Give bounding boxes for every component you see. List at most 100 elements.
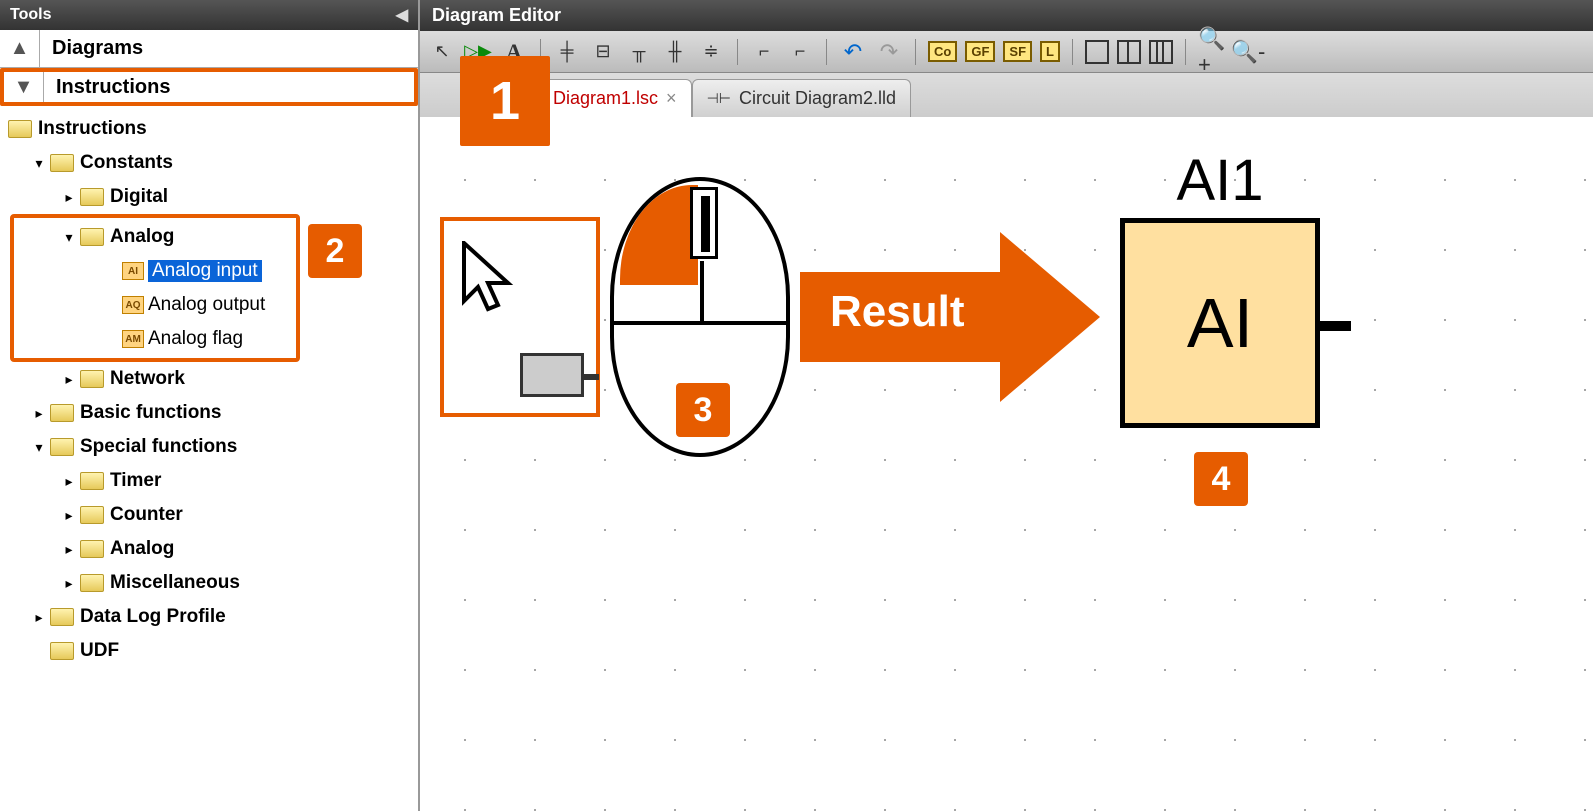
- toolbar-separator: [737, 39, 738, 65]
- tab-2-label: Circuit Diagram2.lld: [739, 88, 896, 109]
- collapse-toggle-icon[interactable]: ▾: [30, 439, 48, 456]
- tree-root-instructions[interactable]: Instructions: [8, 112, 418, 146]
- collapse-toggle-icon[interactable]: ▾: [30, 155, 48, 172]
- layout-split-v-icon[interactable]: [1117, 40, 1141, 64]
- folder-icon: [8, 120, 32, 138]
- diagram-canvas[interactable]: 3 Result AI1 AI 4: [420, 117, 1593, 811]
- expand-toggle-icon[interactable]: ▸: [30, 405, 48, 422]
- tree-analog-flag[interactable]: AM Analog flag: [14, 322, 296, 356]
- tree-timer[interactable]: ▸ Timer: [8, 464, 418, 498]
- tree-special-functions[interactable]: ▾ Special functions: [8, 430, 418, 464]
- layout-single-icon[interactable]: [1085, 40, 1109, 64]
- mouse-divider: [700, 261, 704, 321]
- tree-analog-output[interactable]: AQ Analog output: [14, 288, 296, 322]
- analog-output-icon: AQ: [122, 296, 144, 314]
- tree-analog-input[interactable]: AI Analog input: [14, 254, 296, 288]
- zoom-in-icon[interactable]: 🔍+: [1198, 38, 1226, 66]
- folder-icon: [50, 608, 74, 626]
- folder-icon: [50, 154, 74, 172]
- tools-title: Tools: [10, 6, 51, 24]
- tools-title-bar: Tools ◀: [0, 0, 418, 30]
- collapse-icon[interactable]: ◀: [396, 5, 408, 25]
- zoom-out-icon[interactable]: 🔍-: [1234, 38, 1262, 66]
- align-tool-3-icon[interactable]: ╥: [625, 38, 653, 66]
- tools-panel: Tools ◀ ▲ Diagrams ▼ Instructions Instru…: [0, 0, 420, 811]
- folder-icon: [80, 370, 104, 388]
- l-button[interactable]: L: [1040, 41, 1060, 62]
- expand-toggle-icon[interactable]: ▸: [60, 473, 78, 490]
- toolbar-separator: [826, 39, 827, 65]
- folder-icon: [80, 540, 104, 558]
- tree-analog[interactable]: ▾ Analog: [14, 220, 296, 254]
- undo-icon[interactable]: ↶: [839, 38, 867, 66]
- tree-constants[interactable]: ▾ Constants: [8, 146, 418, 180]
- expand-toggle-icon[interactable]: ▸: [30, 609, 48, 626]
- chevron-up-icon[interactable]: ▲: [0, 30, 40, 67]
- redo-icon[interactable]: ↷: [875, 38, 903, 66]
- tree-counter[interactable]: ▸ Counter: [8, 498, 418, 532]
- step-tool-2-icon[interactable]: ⌐: [786, 38, 814, 66]
- align-tool-5-icon[interactable]: ≑: [697, 38, 725, 66]
- folder-icon: [50, 404, 74, 422]
- sf-button[interactable]: SF: [1003, 41, 1032, 62]
- ai-block-body[interactable]: AI: [1120, 218, 1320, 428]
- callout-3: 3: [676, 383, 730, 437]
- co-button[interactable]: Co: [928, 41, 957, 62]
- expand-toggle-icon[interactable]: ▸: [60, 541, 78, 558]
- tab-diagram-2[interactable]: ⊣⊢ Circuit Diagram2.lld: [692, 79, 911, 117]
- mouse-left-button: [620, 185, 698, 285]
- collapse-toggle-icon[interactable]: ▾: [60, 229, 78, 246]
- callout-2: 2: [308, 224, 362, 278]
- tree-basic-functions[interactable]: ▸ Basic functions: [8, 396, 418, 430]
- callout-1: 1: [460, 56, 550, 146]
- layout-split-3-icon[interactable]: [1149, 40, 1173, 64]
- align-tool-1-icon[interactable]: ╪: [553, 38, 581, 66]
- ai-block-text: AI: [1187, 283, 1253, 363]
- diagrams-section-header[interactable]: ▲ Diagrams: [0, 30, 418, 68]
- folder-icon: [80, 472, 104, 490]
- folder-icon: [50, 642, 74, 660]
- gf-button[interactable]: GF: [965, 41, 995, 62]
- expand-toggle-icon[interactable]: ▸: [60, 575, 78, 592]
- close-icon[interactable]: ×: [666, 88, 677, 109]
- tree-network[interactable]: ▸ Network: [8, 362, 418, 396]
- expand-toggle-icon[interactable]: ▸: [60, 189, 78, 206]
- cursor-preview-box: [440, 217, 600, 417]
- diagrams-label: Diagrams: [40, 37, 143, 60]
- instructions-section-header[interactable]: ▼ Instructions: [0, 68, 418, 106]
- tree-miscellaneous[interactable]: ▸ Miscellaneous: [8, 566, 418, 600]
- toolbar-separator: [915, 39, 916, 65]
- mouse-illustration: 3: [610, 177, 790, 457]
- tree-data-log[interactable]: ▸ Data Log Profile: [8, 600, 418, 634]
- editor-area: Diagram Editor ↖ ▷▶ A ╪ ⊟ ╥ ╫ ≑ ⌐ ⌐ ↶ ↷ …: [420, 0, 1593, 811]
- instructions-tree: Instructions ▾ Constants ▸ Digital ▾ Ana…: [0, 106, 418, 811]
- instructions-label: Instructions: [44, 76, 170, 99]
- folder-icon: [80, 188, 104, 206]
- folder-icon: [80, 506, 104, 524]
- chevron-down-icon[interactable]: ▼: [4, 72, 44, 102]
- cursor-arrow-icon: [462, 241, 532, 321]
- ai-block-title: AI1: [1120, 147, 1320, 214]
- folder-icon: [50, 438, 74, 456]
- editor-toolbar: ↖ ▷▶ A ╪ ⊟ ╥ ╫ ≑ ⌐ ⌐ ↶ ↷ Co GF SF L 🔍+: [420, 31, 1593, 73]
- folder-icon: [80, 228, 104, 246]
- analog-highlight-box: ▾ Analog AI Analog input AQ Analog outpu…: [10, 214, 300, 362]
- toolbar-separator: [1185, 39, 1186, 65]
- step-tool-1-icon[interactable]: ⌐: [750, 38, 778, 66]
- tree-udf[interactable]: ▸ UDF: [8, 634, 418, 668]
- tree-analog-sf[interactable]: ▸ Analog: [8, 532, 418, 566]
- analog-input-icon: AI: [122, 262, 144, 280]
- ladder-icon: ⊣⊢: [707, 90, 731, 107]
- expand-toggle-icon[interactable]: ▸: [60, 507, 78, 524]
- toolbar-separator: [1072, 39, 1073, 65]
- pointer-tool-icon[interactable]: ↖: [428, 38, 456, 66]
- align-tool-2-icon[interactable]: ⊟: [589, 38, 617, 66]
- mouse-cross: [614, 321, 786, 325]
- align-tool-4-icon[interactable]: ╫: [661, 38, 689, 66]
- ai-block[interactable]: AI1 AI 4: [1120, 147, 1320, 428]
- instruction-illustration: 3 Result: [440, 177, 1100, 457]
- tree-digital[interactable]: ▸ Digital: [8, 180, 418, 214]
- mouse-scroll-wheel: [690, 187, 718, 259]
- tab-bar: uit Diagram1.lsc × ⊣⊢ Circuit Diagram2.l…: [420, 73, 1593, 117]
- expand-toggle-icon[interactable]: ▸: [60, 371, 78, 388]
